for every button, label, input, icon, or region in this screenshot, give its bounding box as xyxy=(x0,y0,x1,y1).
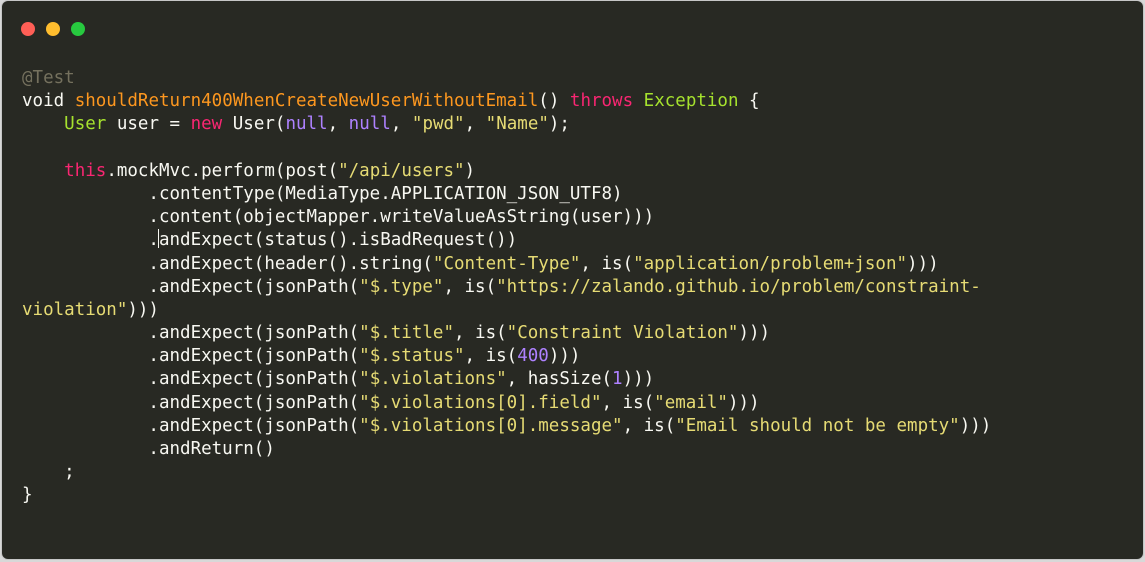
code-line: ; xyxy=(22,461,991,484)
code-token: "Name" xyxy=(485,114,549,135)
code-token: null xyxy=(285,114,328,135)
code-token: "Content-Type" xyxy=(432,253,581,274)
code-token: shouldReturn400WhenCreateNewUserWithoutE… xyxy=(74,91,539,112)
code-token: "https://zalando.github.io/problem/const… xyxy=(496,276,981,297)
code-line: void shouldReturn400WhenCreateNewUserWit… xyxy=(22,90,991,113)
code-token: ))) xyxy=(738,323,771,344)
code-token: ))) xyxy=(548,346,581,367)
code-token: 400 xyxy=(517,346,549,367)
code-token: this xyxy=(64,160,107,181)
code-token: "Constraint Violation" xyxy=(506,323,739,344)
code-token: "$.type" xyxy=(359,276,444,297)
code-token: "$.violations[0].field" xyxy=(359,392,602,413)
code-token: ))) xyxy=(959,415,992,436)
close-button[interactable] xyxy=(21,22,35,36)
code-token: .andExpect(jsonPath( xyxy=(22,323,360,344)
code-token: null xyxy=(348,114,391,135)
code-line: @Test xyxy=(22,67,991,90)
code-line: .contentType(MediaType.APPLICATION_JSON_… xyxy=(22,183,991,206)
code-token: "Email should not be empty" xyxy=(675,415,960,436)
code-token: "pwd" xyxy=(411,114,465,135)
code-line: .andExpect(jsonPath("$.violations[0].fie… xyxy=(22,392,991,415)
code-token: , is( xyxy=(580,253,634,274)
code-token: user = xyxy=(106,114,191,135)
minimize-button[interactable] xyxy=(46,22,60,36)
code-token: "/api/users" xyxy=(338,160,465,181)
code-token: "$.status" xyxy=(359,346,465,367)
code-line: .andExpect(header().string("Content-Type… xyxy=(22,253,991,276)
code-token: , hasSize( xyxy=(506,369,613,390)
code-token: 1 xyxy=(612,369,623,390)
code-token: , xyxy=(327,114,349,135)
code-token: . xyxy=(22,230,159,251)
code-token: void xyxy=(22,91,65,112)
code-token: , is( xyxy=(453,323,507,344)
code-line: .content(objectMapper.writeValueAsString… xyxy=(22,206,991,229)
code-token: "$.violations" xyxy=(359,369,507,390)
code-token: , is( xyxy=(464,346,518,367)
code-token: , is( xyxy=(443,276,497,297)
code-token: .andExpect(jsonPath( xyxy=(22,276,360,297)
zoom-button[interactable] xyxy=(71,22,85,36)
code-token: { xyxy=(738,91,760,112)
code-token: ))) xyxy=(907,253,939,274)
code-token: violation" xyxy=(22,299,128,320)
code-token: User xyxy=(64,114,107,135)
code-token: ) xyxy=(464,160,476,181)
code-token: ))) xyxy=(622,369,655,390)
code-token: .andExpect(jsonPath( xyxy=(22,415,360,436)
code-token: ))) xyxy=(127,299,159,320)
code-line: User user = new User(null, null, "pwd", … xyxy=(22,113,991,136)
code-line: .andExpect(jsonPath("$.title", is("Const… xyxy=(22,322,991,345)
code-token: "$.violations[0].message" xyxy=(359,415,623,436)
code-line: .andExpect(jsonPath("$.type", is("https:… xyxy=(22,276,991,299)
code-token: .andExpect(jsonPath( xyxy=(22,346,360,367)
code-line: .andExpect(jsonPath("$.violations", hasS… xyxy=(22,368,991,391)
code-line: violation"))) xyxy=(22,299,991,322)
code-token: .mockMvc.perform(post( xyxy=(106,160,339,181)
code-token: "email" xyxy=(654,392,728,413)
code-token: "application/problem+json" xyxy=(633,253,908,274)
code-window: @Test void shouldReturn400WhenCreateNewUs… xyxy=(2,1,1143,559)
code-token: , xyxy=(464,114,486,135)
window-controls xyxy=(21,22,85,36)
code-line: .andExpect(status().isBadRequest()) xyxy=(22,229,991,252)
code-token: "$.title" xyxy=(359,323,454,344)
code-line: this.mockMvc.perform(post("/api/users") xyxy=(22,160,991,183)
code-line: .andExpect(jsonPath("$.status", is(400))… xyxy=(22,345,991,368)
code-token: , is( xyxy=(622,415,676,436)
code-token: } xyxy=(22,485,33,506)
code-token: @Test xyxy=(22,68,75,88)
code-token: new xyxy=(190,114,223,135)
code-token: () xyxy=(538,91,570,112)
code-token: User( xyxy=(222,114,286,135)
code-line: } xyxy=(22,484,991,507)
code-token: ); xyxy=(548,114,570,135)
code-token: throws xyxy=(569,91,634,112)
code-editor[interactable]: @Test void shouldReturn400WhenCreateNewUs… xyxy=(22,67,991,508)
code-token: .andExpect(jsonPath( xyxy=(22,369,360,390)
code-token: , is( xyxy=(601,392,655,413)
code-token: andExpect(status().isBadRequest()) xyxy=(158,230,518,251)
code-token: .andExpect(header().string( xyxy=(22,253,433,274)
code-token: Exception xyxy=(643,91,739,112)
code-token: .contentType(MediaType.APPLICATION_JSON_… xyxy=(22,183,623,204)
code-token: .andExpect(jsonPath( xyxy=(22,392,360,413)
code-line: .andExpect(jsonPath("$.violations[0].mes… xyxy=(22,415,991,438)
code-token: ))) xyxy=(727,392,760,413)
code-line: .andReturn() xyxy=(22,438,991,461)
code-token: .andReturn() xyxy=(22,439,275,459)
code-token: .content(objectMapper.writeValueAsString… xyxy=(22,207,655,228)
code-token: , xyxy=(390,114,412,135)
code-token: ; xyxy=(22,462,75,483)
